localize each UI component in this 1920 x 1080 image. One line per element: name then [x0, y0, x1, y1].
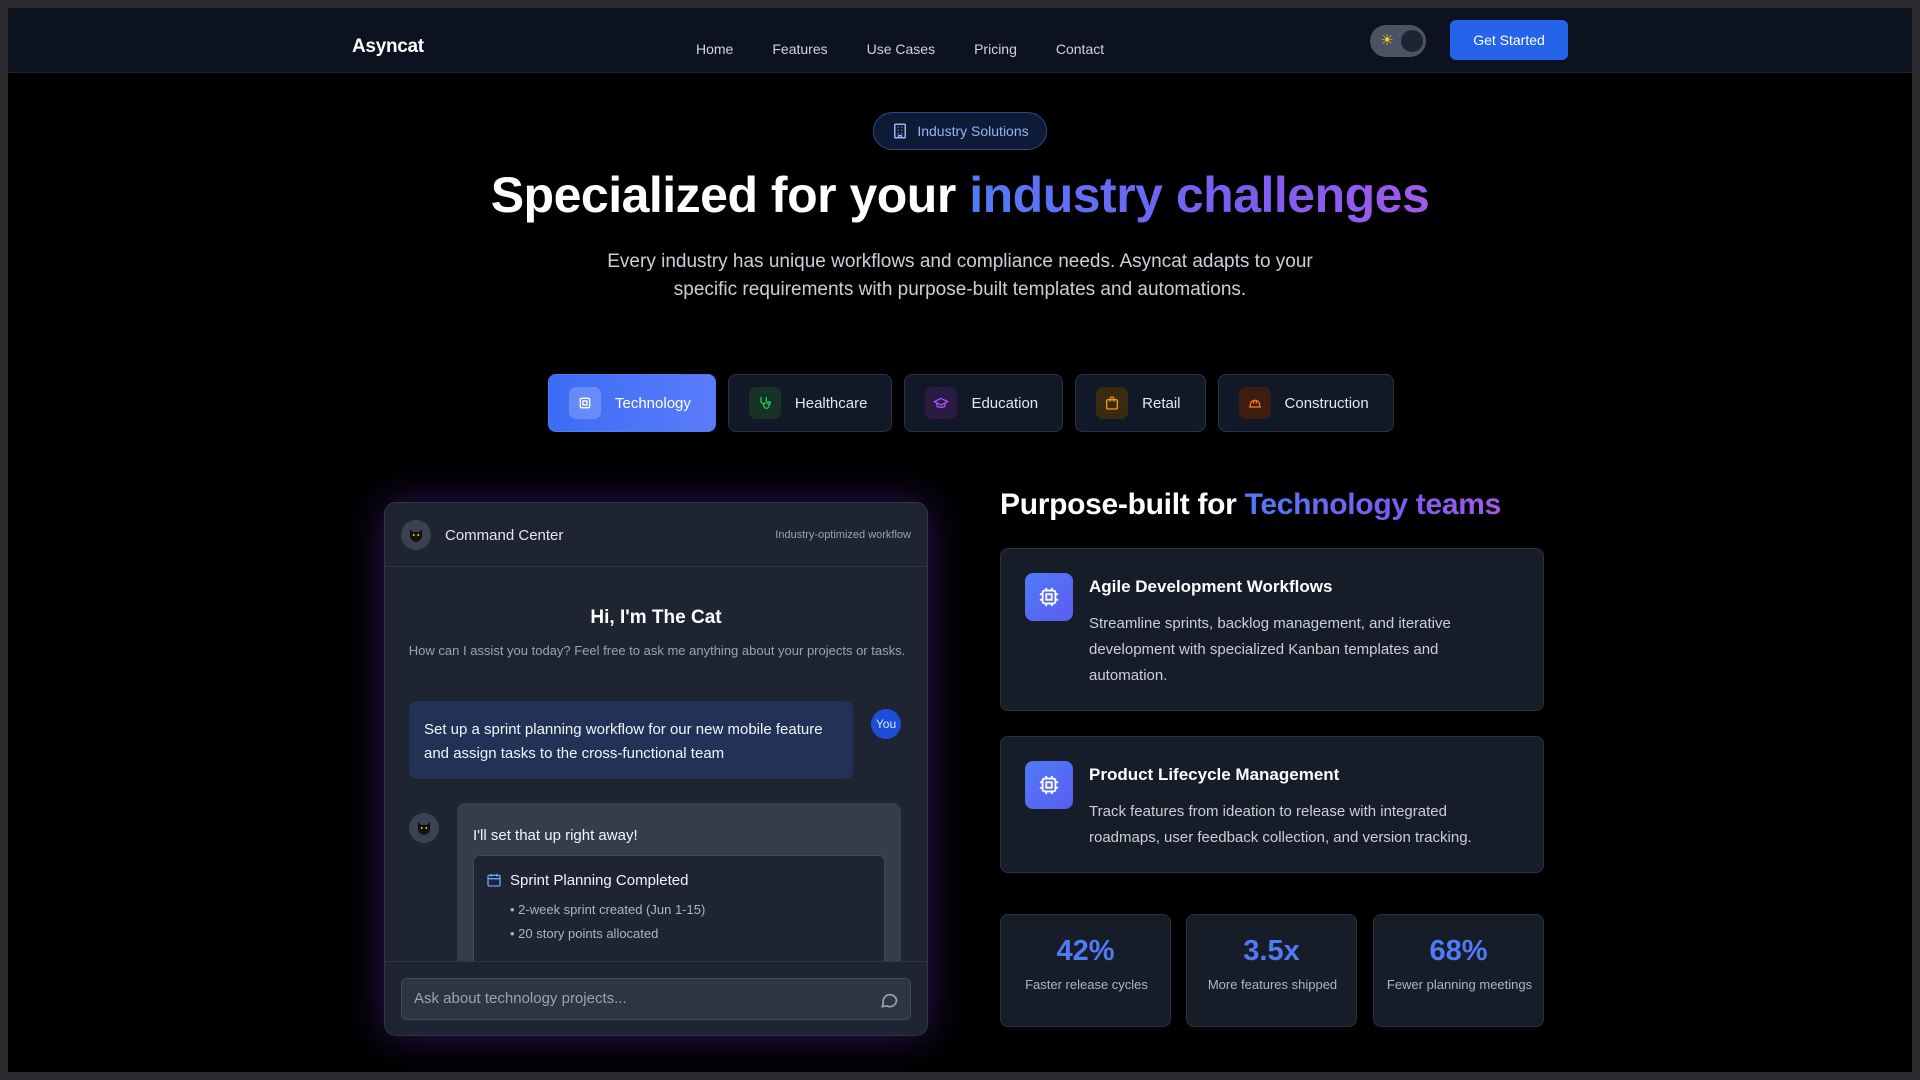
user-message: Set up a sprint planning workflow for ou… — [409, 701, 853, 779]
nav-link-features[interactable]: Features — [772, 41, 827, 57]
feature-card: Agile Development Workflows Streamline s… — [1000, 548, 1544, 711]
stat-card: 3.5x More features shipped — [1186, 914, 1357, 1027]
tab-label: Healthcare — [794, 394, 868, 412]
tab-healthcare[interactable]: Healthcare — [727, 374, 893, 432]
feature-desc: Streamline sprints, backlog management, … — [1089, 615, 1451, 684]
chat-footer: Ask about technology projects... — [385, 961, 927, 1035]
nav-link-home[interactable]: Home — [696, 41, 733, 57]
task-item: • 20 story points allocated — [510, 926, 659, 941]
heading-accent: Technology teams — [1244, 488, 1502, 521]
tab-technology[interactable]: Technology — [548, 374, 716, 432]
task-item: • 2-week sprint created (Jun 1-15) — [510, 902, 706, 917]
tab-retail[interactable]: Retail — [1075, 374, 1206, 432]
sun-icon: ☀ — [1380, 32, 1394, 49]
stethoscope-icon — [748, 387, 781, 419]
nav-link-pricing[interactable]: Pricing — [974, 41, 1017, 57]
industry-tabs: Technology Healthcare Education Retail C… — [548, 374, 1394, 432]
bot-reply: I'll set that up right away! — [473, 827, 638, 844]
user-avatar: You — [871, 709, 901, 739]
shopping-bag-icon — [1096, 387, 1129, 419]
command-center-panel: Command Center Industry-optimized workfl… — [384, 502, 928, 1036]
nav-link-contact[interactable]: Contact — [1056, 41, 1104, 57]
feature-desc: Track features from ideation to release … — [1089, 803, 1472, 846]
stat-label: Fewer planning meetings — [1386, 977, 1533, 992]
chip-icon — [569, 387, 601, 419]
chat-greeting-sub: How can I assist you today? Feel free to… — [408, 643, 906, 658]
tab-label: Education — [971, 394, 1039, 412]
stat-value: 68% — [1429, 935, 1488, 967]
bot-message: I'll set that up right away! Sprint Plan… — [457, 803, 901, 995]
hero-title-plain: Specialized for your — [490, 167, 957, 223]
feature-title: Product Lifecycle Management — [1089, 765, 1340, 784]
page: Asyncat Home Features Use Cases Pricing … — [8, 8, 1912, 1072]
brand-logo[interactable]: Asyncat — [352, 36, 424, 58]
chip-icon — [1025, 573, 1073, 621]
industry-solutions-badge: Industry Solutions — [873, 112, 1047, 150]
message-icon[interactable] — [879, 990, 899, 1010]
tab-education[interactable]: Education — [904, 374, 1064, 432]
building-icon — [894, 123, 907, 139]
chat-input[interactable]: Ask about technology projects... — [401, 978, 911, 1020]
stat-value: 3.5x — [1243, 935, 1300, 967]
stat-label: Faster release cycles — [1025, 977, 1148, 992]
hard-hat-icon — [1238, 387, 1271, 419]
cat-avatar-icon — [409, 813, 439, 843]
chat-subtitle: Industry-optimized workflow — [775, 529, 911, 541]
hero-title: Specialized for your industry challenges — [8, 166, 1912, 224]
feature-card: Product Lifecycle Management Track featu… — [1000, 736, 1544, 873]
graduation-cap-icon — [925, 387, 958, 419]
nav-link-use-cases[interactable]: Use Cases — [867, 41, 935, 57]
chip-icon — [1025, 761, 1073, 809]
chat-header: Command Center Industry-optimized workfl… — [385, 503, 927, 567]
badge-label: Industry Solutions — [917, 123, 1029, 139]
stat-card: 42% Faster release cycles — [1000, 914, 1171, 1027]
stat-card: 68% Fewer planning meetings — [1373, 914, 1544, 1027]
stat-value: 42% — [1056, 935, 1115, 967]
calendar-icon — [487, 874, 501, 887]
chat-title: Command Center — [445, 527, 564, 544]
feature-title: Agile Development Workflows — [1089, 577, 1333, 596]
purpose-built-heading: Purpose-built for Technology teams — [1000, 488, 1501, 522]
heading-plain: Purpose-built for — [1000, 488, 1237, 521]
hero-title-accent: industry challenges — [969, 167, 1430, 223]
tab-construction[interactable]: Construction — [1217, 374, 1394, 432]
chat-greeting: Hi, I'm The Cat — [590, 607, 722, 628]
cat-avatar-icon — [401, 520, 431, 550]
hero-subtitle: Every industry has unique workflows and … — [607, 251, 1313, 300]
top-navbar: Asyncat Home Features Use Cases Pricing … — [8, 8, 1912, 73]
tab-label: Construction — [1284, 394, 1369, 412]
task-title: Sprint Planning Completed — [510, 872, 689, 889]
toggle-knob — [1401, 30, 1423, 52]
stat-label: More features shipped — [1207, 977, 1338, 992]
tab-label: Retail — [1142, 394, 1181, 412]
theme-toggle[interactable]: ☀ — [1370, 25, 1426, 57]
tab-label: Technology — [615, 394, 691, 412]
nav-links: Home Features Use Cases Pricing Contact — [696, 41, 1143, 57]
get-started-button[interactable]: Get Started — [1450, 20, 1568, 60]
